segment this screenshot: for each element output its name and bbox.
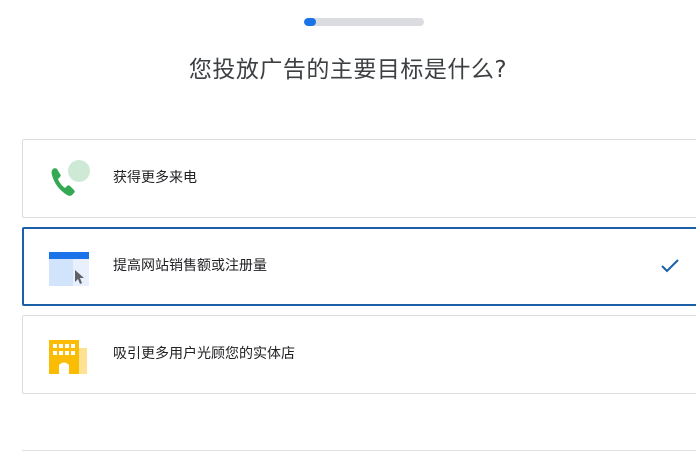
goal-option-label: 提高网站销售额或注册量 [113, 258, 267, 274]
check-icon [660, 256, 680, 276]
progress-bar-fill [304, 18, 316, 26]
storefront-icon [47, 336, 91, 376]
goal-option-calls[interactable]: 获得更多来电 [22, 139, 696, 218]
goal-option-list: 获得更多来电 提高网站销售额或注册量 吸引更多用户光顾您的实体店 [22, 139, 696, 403]
progress-bar [304, 18, 424, 26]
goal-option-website[interactable]: 提高网站销售额或注册量 [22, 227, 696, 306]
goal-option-label: 获得更多来电 [113, 170, 197, 186]
phone-call-icon [47, 160, 91, 200]
goal-selection-page: 您投放广告的主要目标是什么? 获得更多来电 提高网站销售额或注册量 吸引更多用户… [0, 0, 696, 456]
divider [22, 450, 696, 451]
goal-option-store-visits[interactable]: 吸引更多用户光顾您的实体店 [22, 315, 696, 394]
website-click-icon [47, 248, 91, 288]
goal-option-label: 吸引更多用户光顾您的实体店 [113, 346, 295, 362]
page-title: 您投放广告的主要目标是什么? [188, 57, 508, 83]
